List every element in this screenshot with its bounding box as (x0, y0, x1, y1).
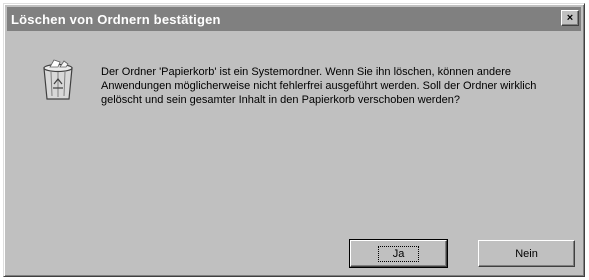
close-button[interactable]: × (561, 10, 579, 26)
title-bar[interactable]: Löschen von Ordnern bestätigen × (7, 7, 581, 31)
close-icon: × (566, 11, 574, 24)
dialog-message: Der Ordner 'Papierkorb' ist ein Systemor… (101, 66, 537, 106)
no-button[interactable]: Nein (478, 240, 575, 267)
recycle-bin-icon (43, 59, 73, 100)
yes-button-label: Ja (377, 245, 420, 262)
yes-button[interactable]: Ja (349, 239, 448, 268)
no-button-label: Nein (515, 247, 538, 260)
dialog-title: Löschen von Ordnern bestätigen (11, 11, 221, 27)
confirm-folder-delete-dialog: Löschen von Ordnern bestätigen × Der Ord… (3, 3, 585, 277)
